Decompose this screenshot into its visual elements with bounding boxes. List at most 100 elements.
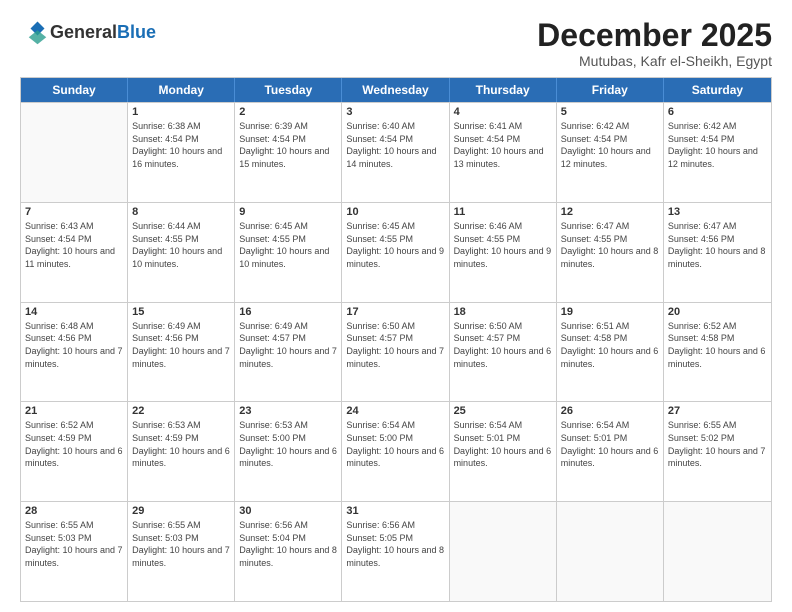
calendar-row-3: 14 Sunrise: 6:48 AMSunset: 4:56 PMDayligh…	[21, 302, 771, 402]
calendar-cell: 3 Sunrise: 6:40 AMSunset: 4:54 PMDaylight…	[342, 103, 449, 202]
day-number: 24	[346, 405, 444, 417]
calendar-cell: 1Sunrise: 6:38 AMSunset: 4:54 PMDaylight…	[128, 103, 235, 202]
day-info: Sunrise: 6:53 AMSunset: 5:00 PMDaylight:…	[239, 419, 337, 469]
day-info: Sunrise: 6:44 AMSunset: 4:55 PMDaylight:…	[132, 220, 230, 270]
day-number: 4	[454, 106, 552, 118]
calendar-cell: 18Sunrise: 6:50 AMSunset: 4:57 PMDayligh…	[450, 303, 557, 402]
calendar-cell: 29Sunrise: 6:55 AMSunset: 5:03 PMDayligh…	[128, 502, 235, 601]
day-info: Sunrise: 6:53 AMSunset: 4:59 PMDaylight:…	[132, 419, 230, 469]
day-info: Sunrise: 6:55 AMSunset: 5:02 PMDaylight:…	[668, 419, 767, 469]
calendar-row-2: 7 Sunrise: 6:43 AMSunset: 4:54 PMDaylight…	[21, 202, 771, 302]
calendar-cell: 13 Sunrise: 6:47 AMSunset: 4:56 PMDayligh…	[664, 203, 771, 302]
day-info: Sunrise: 6:45 AMSunset: 4:55 PMDaylight:…	[346, 220, 444, 270]
day-number: 3	[346, 106, 444, 118]
page: GeneralBlue December 2025 Mutubas, Kafr …	[0, 0, 792, 612]
day-info: Sunrise: 6:48 AMSunset: 4:56 PMDaylight:…	[25, 320, 123, 370]
day-info: Sunrise: 6:45 AMSunset: 4:55 PMDaylight:…	[239, 220, 337, 270]
day-number: 8	[132, 206, 230, 218]
day-number: 21	[25, 405, 123, 417]
day-number: 16	[239, 306, 337, 318]
calendar-cell: 30Sunrise: 6:56 AMSunset: 5:04 PMDayligh…	[235, 502, 342, 601]
calendar-body: 1Sunrise: 6:38 AMSunset: 4:54 PMDaylight…	[21, 102, 771, 601]
calendar-cell: 12 Sunrise: 6:47 AMSunset: 4:55 PMDayligh…	[557, 203, 664, 302]
calendar-cell: 16 Sunrise: 6:49 AMSunset: 4:57 PMDayligh…	[235, 303, 342, 402]
calendar-cell: 11 Sunrise: 6:46 AMSunset: 4:55 PMDayligh…	[450, 203, 557, 302]
calendar-cell: 17 Sunrise: 6:50 AMSunset: 4:57 PMDayligh…	[342, 303, 449, 402]
day-info: Sunrise: 6:52 AMSunset: 4:59 PMDaylight:…	[25, 419, 123, 469]
day-info: Sunrise: 6:47 AMSunset: 4:56 PMDaylight:…	[668, 220, 767, 270]
calendar-cell: 22 Sunrise: 6:53 AMSunset: 4:59 PMDayligh…	[128, 402, 235, 501]
day-number: 28	[25, 505, 123, 517]
day-info: Sunrise: 6:40 AMSunset: 4:54 PMDaylight:…	[346, 120, 444, 170]
day-info: Sunrise: 6:42 AMSunset: 4:54 PMDaylight:…	[561, 120, 659, 170]
calendar-cell	[664, 502, 771, 601]
day-number: 10	[346, 206, 444, 218]
day-info: Sunrise: 6:50 AMSunset: 4:57 PMDaylight:…	[454, 320, 552, 370]
day-number: 17	[346, 306, 444, 318]
day-number: 11	[454, 206, 552, 218]
day-info: Sunrise: 6:47 AMSunset: 4:55 PMDaylight:…	[561, 220, 659, 270]
day-info: Sunrise: 6:49 AMSunset: 4:57 PMDaylight:…	[239, 320, 337, 370]
calendar-header: SundayMondayTuesdayWednesdayThursdayFrid…	[21, 78, 771, 102]
day-info: Sunrise: 6:55 AMSunset: 5:03 PMDaylight:…	[132, 519, 230, 569]
day-info: Sunrise: 6:54 AMSunset: 5:01 PMDaylight:…	[561, 419, 659, 469]
logo-general-text: General	[50, 22, 117, 42]
calendar-cell: 6 Sunrise: 6:42 AMSunset: 4:54 PMDaylight…	[664, 103, 771, 202]
header-day-monday: Monday	[128, 78, 235, 102]
day-number: 9	[239, 206, 337, 218]
calendar-cell: 21 Sunrise: 6:52 AMSunset: 4:59 PMDayligh…	[21, 402, 128, 501]
calendar-cell: 5 Sunrise: 6:42 AMSunset: 4:54 PMDaylight…	[557, 103, 664, 202]
day-number: 19	[561, 306, 659, 318]
day-info: Sunrise: 6:56 AMSunset: 5:05 PMDaylight:…	[346, 519, 444, 569]
day-info: Sunrise: 6:42 AMSunset: 4:54 PMDaylight:…	[668, 120, 767, 170]
day-number: 22	[132, 405, 230, 417]
logo: GeneralBlue	[20, 18, 156, 48]
day-number: 15	[132, 306, 230, 318]
day-number: 6	[668, 106, 767, 118]
day-info: Sunrise: 6:46 AMSunset: 4:55 PMDaylight:…	[454, 220, 552, 270]
day-number: 7	[25, 206, 123, 218]
day-number: 31	[346, 505, 444, 517]
calendar-cell: 28 Sunrise: 6:55 AMSunset: 5:03 PMDayligh…	[21, 502, 128, 601]
calendar-cell: 7 Sunrise: 6:43 AMSunset: 4:54 PMDaylight…	[21, 203, 128, 302]
month-title: December 2025	[537, 18, 772, 53]
day-number: 13	[668, 206, 767, 218]
title-block: December 2025 Mutubas, Kafr el-Sheikh, E…	[537, 18, 772, 69]
day-info: Sunrise: 6:54 AMSunset: 5:00 PMDaylight:…	[346, 419, 444, 469]
calendar-cell: 19 Sunrise: 6:51 AMSunset: 4:58 PMDayligh…	[557, 303, 664, 402]
day-info: Sunrise: 6:50 AMSunset: 4:57 PMDaylight:…	[346, 320, 444, 370]
calendar-cell: 26Sunrise: 6:54 AMSunset: 5:01 PMDayligh…	[557, 402, 664, 501]
calendar-cell: 20 Sunrise: 6:52 AMSunset: 4:58 PMDayligh…	[664, 303, 771, 402]
day-info: Sunrise: 6:54 AMSunset: 5:01 PMDaylight:…	[454, 419, 552, 469]
day-info: Sunrise: 6:41 AMSunset: 4:54 PMDaylight:…	[454, 120, 552, 170]
calendar-cell: 14 Sunrise: 6:48 AMSunset: 4:56 PMDayligh…	[21, 303, 128, 402]
logo-icon	[20, 18, 48, 46]
day-info: Sunrise: 6:43 AMSunset: 4:54 PMDaylight:…	[25, 220, 123, 270]
calendar-cell: 25Sunrise: 6:54 AMSunset: 5:01 PMDayligh…	[450, 402, 557, 501]
calendar-cell: 10 Sunrise: 6:45 AMSunset: 4:55 PMDayligh…	[342, 203, 449, 302]
calendar-cell: 24 Sunrise: 6:54 AMSunset: 5:00 PMDayligh…	[342, 402, 449, 501]
day-info: Sunrise: 6:51 AMSunset: 4:58 PMDaylight:…	[561, 320, 659, 370]
calendar-cell: 8 Sunrise: 6:44 AMSunset: 4:55 PMDaylight…	[128, 203, 235, 302]
calendar-cell	[557, 502, 664, 601]
day-number: 12	[561, 206, 659, 218]
day-info: Sunrise: 6:55 AMSunset: 5:03 PMDaylight:…	[25, 519, 123, 569]
day-number: 5	[561, 106, 659, 118]
calendar-cell: 27Sunrise: 6:55 AMSunset: 5:02 PMDayligh…	[664, 402, 771, 501]
day-number: 20	[668, 306, 767, 318]
day-number: 1	[132, 106, 230, 118]
calendar-cell: 15 Sunrise: 6:49 AMSunset: 4:56 PMDayligh…	[128, 303, 235, 402]
day-info: Sunrise: 6:56 AMSunset: 5:04 PMDaylight:…	[239, 519, 337, 569]
header-day-thursday: Thursday	[450, 78, 557, 102]
calendar-row-5: 28 Sunrise: 6:55 AMSunset: 5:03 PMDayligh…	[21, 501, 771, 601]
day-number: 2	[239, 106, 337, 118]
day-number: 14	[25, 306, 123, 318]
day-info: Sunrise: 6:49 AMSunset: 4:56 PMDaylight:…	[132, 320, 230, 370]
calendar-cell: 4 Sunrise: 6:41 AMSunset: 4:54 PMDaylight…	[450, 103, 557, 202]
day-info: Sunrise: 6:52 AMSunset: 4:58 PMDaylight:…	[668, 320, 767, 370]
calendar-cell: 2Sunrise: 6:39 AMSunset: 4:54 PMDaylight…	[235, 103, 342, 202]
header: GeneralBlue December 2025 Mutubas, Kafr …	[20, 18, 772, 69]
calendar-cell: 23Sunrise: 6:53 AMSunset: 5:00 PMDayligh…	[235, 402, 342, 501]
calendar-cell: 9 Sunrise: 6:45 AMSunset: 4:55 PMDaylight…	[235, 203, 342, 302]
logo-blue-text: Blue	[117, 22, 156, 42]
